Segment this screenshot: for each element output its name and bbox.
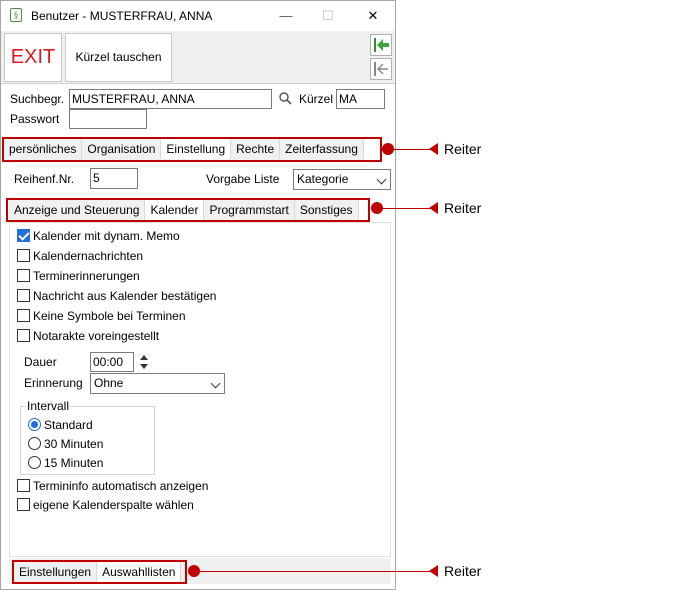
- sub-tabs-highlight: [6, 198, 370, 222]
- callout-line: [392, 149, 432, 150]
- exit-button[interactable]: EXIT: [4, 33, 62, 82]
- main-tabs-highlight: [2, 137, 382, 162]
- spin-down-icon[interactable]: [140, 364, 148, 369]
- checkbox-terminerinnerungen[interactable]: [17, 269, 30, 282]
- dauer-label: Dauer: [24, 355, 57, 369]
- nav-first-button[interactable]: [370, 34, 392, 56]
- callout-line: [381, 208, 432, 209]
- window-title: Benutzer - MUSTERFRAU, ANNA: [31, 9, 213, 23]
- app-icon: §: [10, 8, 22, 22]
- callout-label: Reiter: [444, 200, 482, 216]
- intervall-label: Intervall: [26, 399, 71, 413]
- reihenf-label: Reihenf.Nr.: [14, 172, 75, 186]
- checkbox-label: Kalender mit dynam. Memo: [33, 229, 180, 243]
- close-icon[interactable]: ✕: [358, 5, 388, 27]
- erinnerung-select[interactable]: Ohne: [90, 373, 225, 394]
- checkbox-keine-symbole[interactable]: [17, 309, 30, 322]
- password-input[interactable]: [69, 109, 147, 129]
- title-bar: § Benutzer - MUSTERFRAU, ANNA — ☐ ✕: [1, 1, 395, 31]
- checkbox-label: Kalendernachrichten: [33, 249, 144, 263]
- checkbox-termininfo[interactable]: [17, 479, 30, 492]
- radio-label: Standard: [44, 418, 93, 432]
- toolbar: EXIT Kürzel tauschen: [1, 31, 395, 84]
- search-input[interactable]: MUSTERFRAU, ANNA: [69, 89, 272, 109]
- callout-line: [198, 571, 432, 572]
- erinnerung-label: Erinnerung: [24, 376, 83, 390]
- checkbox-label: Nachricht aus Kalender bestätigen: [33, 289, 217, 303]
- radio-label: 15 Minuten: [44, 456, 104, 470]
- maximize-icon[interactable]: ☐: [313, 5, 343, 27]
- checkbox-nachricht-bestaetigen[interactable]: [17, 289, 30, 302]
- bottom-tabs-highlight: [12, 560, 187, 584]
- spin-up-icon[interactable]: [140, 355, 148, 360]
- kuerzel-input[interactable]: MA: [336, 89, 385, 109]
- callout-arrow-icon: [429, 143, 438, 155]
- callout-label: Reiter: [444, 141, 482, 157]
- vorgabe-value: Kategorie: [297, 172, 349, 186]
- checkbox-kalendernachrichten[interactable]: [17, 249, 30, 262]
- radio-30-minuten[interactable]: [28, 437, 41, 450]
- password-label: Passwort: [10, 112, 60, 126]
- radio-label: 30 Minuten: [44, 437, 104, 451]
- checkbox-label: Terminerinnerungen: [33, 269, 140, 283]
- dauer-input[interactable]: 00:00: [90, 352, 134, 372]
- erinnerung-value: Ohne: [94, 376, 124, 390]
- user-window: § Benutzer - MUSTERFRAU, ANNA — ☐ ✕ EXIT…: [0, 0, 396, 590]
- checkbox-dynam-memo[interactable]: [17, 229, 30, 242]
- arrow-left-to-line-gray-icon: [374, 62, 388, 76]
- dauer-spinner[interactable]: [136, 352, 153, 372]
- checkbox-label: Termininfo automatisch anzeigen: [33, 479, 209, 493]
- chevron-down-icon: [210, 378, 221, 389]
- checkbox-label: eigene Kalenderspalte wählen: [33, 498, 194, 512]
- vorgabe-label: Vorgabe Liste: [206, 172, 280, 186]
- checkbox-notarakte[interactable]: [17, 329, 30, 342]
- radio-15-minuten[interactable]: [28, 456, 41, 469]
- minimize-icon[interactable]: —: [271, 5, 301, 27]
- kuerzel-label: Kürzel: [299, 92, 334, 106]
- swap-kuerzel-button[interactable]: Kürzel tauschen: [65, 33, 172, 82]
- checkbox-kalenderspalte[interactable]: [17, 498, 30, 511]
- search-icon[interactable]: [278, 91, 294, 107]
- arrow-left-to-line-icon: [374, 38, 389, 52]
- radio-standard[interactable]: [28, 418, 41, 431]
- search-label: Suchbegr.: [10, 92, 65, 106]
- nav-prev-button[interactable]: [370, 58, 392, 80]
- callout-label: Reiter: [444, 563, 482, 579]
- checkbox-label: Keine Symbole bei Terminen: [33, 309, 186, 323]
- reihenf-input[interactable]: 5: [90, 168, 138, 189]
- callout-arrow-icon: [429, 202, 438, 214]
- callout-arrow-icon: [429, 565, 438, 577]
- chevron-down-icon: [376, 174, 387, 185]
- vorgabe-select[interactable]: Kategorie: [293, 169, 391, 190]
- checkbox-label: Notarakte voreingestellt: [33, 329, 160, 343]
